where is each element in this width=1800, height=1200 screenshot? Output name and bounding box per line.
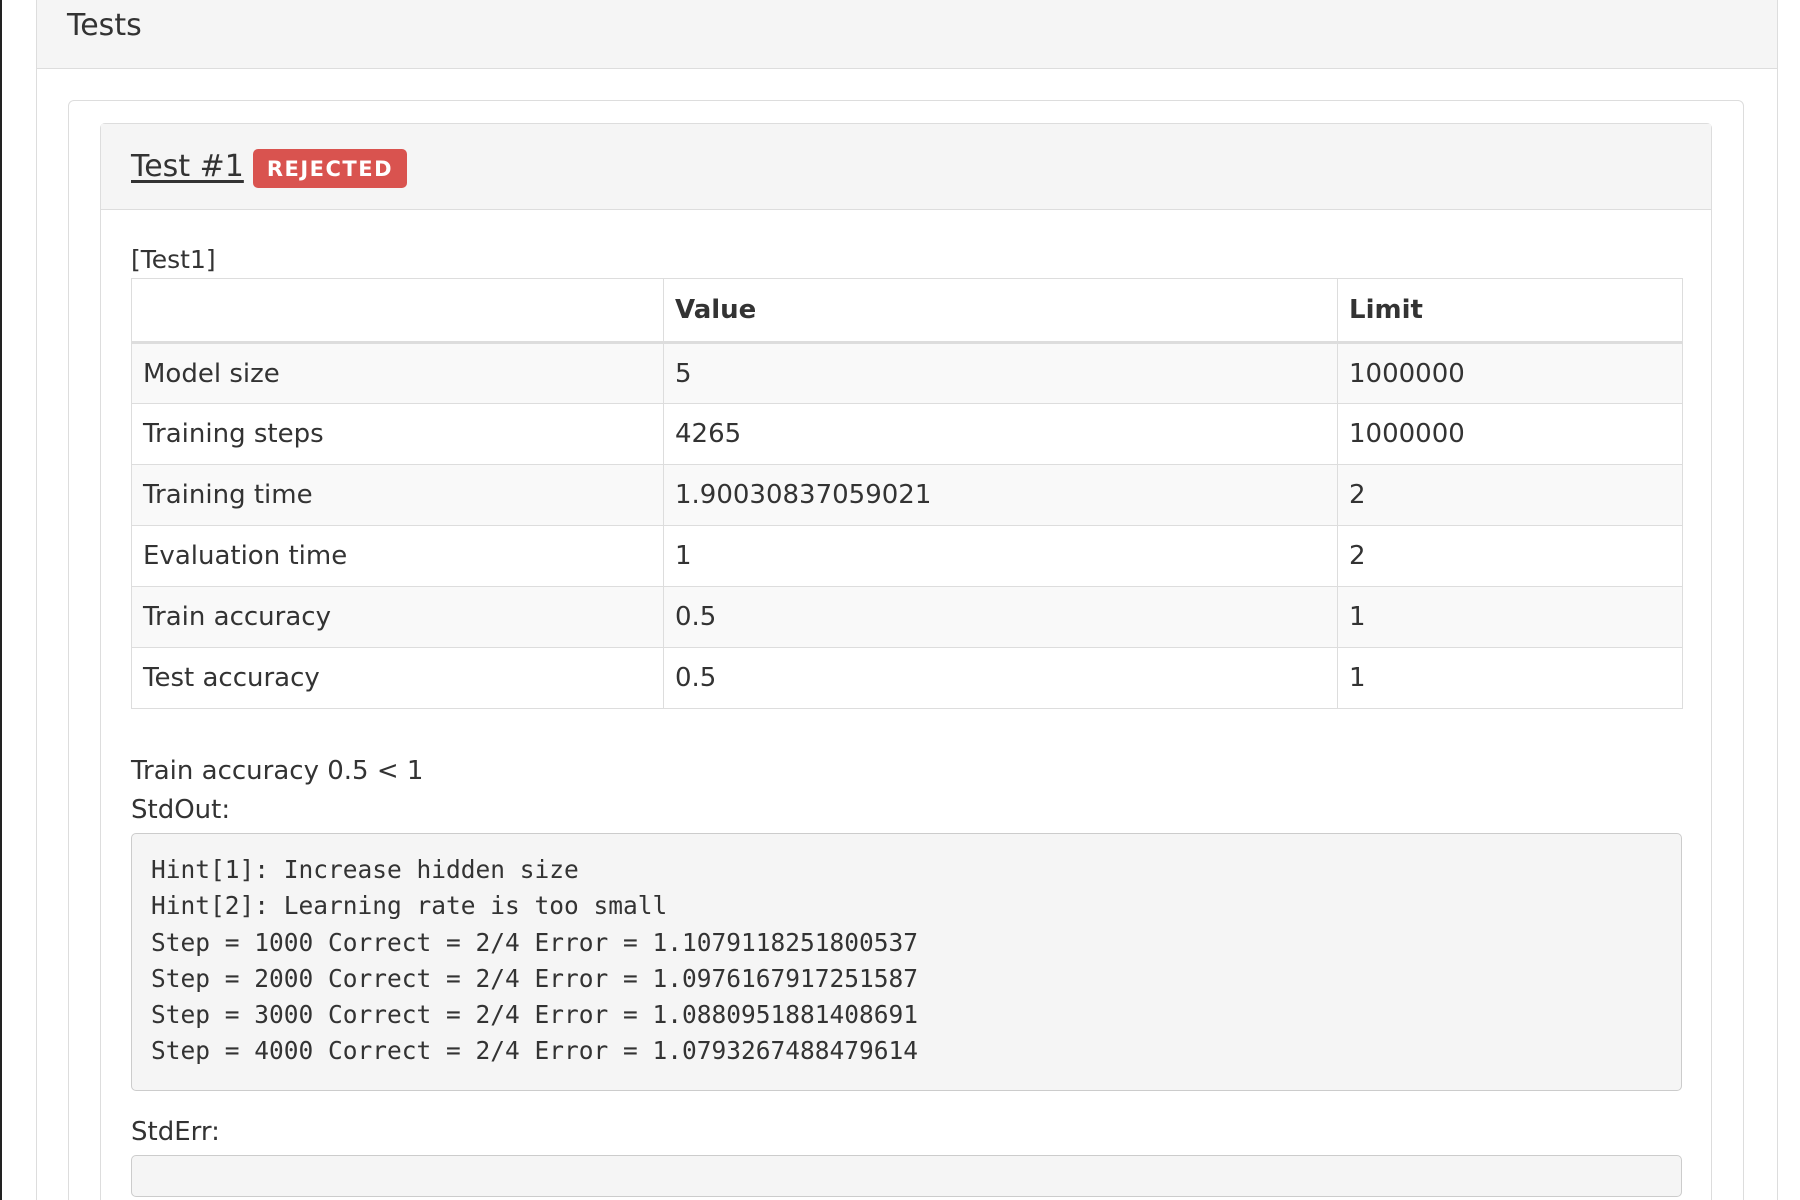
metric-name: Train accuracy: [131, 586, 664, 648]
tests-panel: Tests Test #1 REJECTED [Test1] Value Lim…: [36, 0, 1778, 1200]
column-header-value: Value: [663, 278, 1338, 344]
metric-limit: 2: [1337, 464, 1683, 526]
tests-panel-title: Tests: [67, 7, 142, 43]
column-header-limit: Limit: [1337, 278, 1683, 344]
stdout-line: Hint[1]: Increase hidden size: [151, 855, 579, 884]
stdout-label: StdOut:: [131, 795, 231, 825]
stderr-label: StdErr:: [131, 1117, 220, 1147]
test-title-link[interactable]: Test #1: [131, 149, 244, 184]
window-edge: [0, 0, 2, 1200]
stdout-line: Step = 2000 Correct = 2/4 Error = 1.0976…: [151, 963, 919, 993]
page: Tests Test #1 REJECTED [Test1] Value Lim…: [0, 0, 1800, 1200]
test-card: Test #1 REJECTED [Test1] Value Limit Mod…: [100, 123, 1712, 1200]
stdout-line: Step = 3000 Correct = 2/4 Error = 1.0880…: [151, 1000, 919, 1030]
metric-limit: 1: [1337, 586, 1683, 648]
metrics-table: Value Limit Model size 5 1000000 Trainin…: [131, 278, 1683, 709]
test-name: [Test1]: [131, 245, 216, 274]
table-row: Training time 1.90030837059021 2: [131, 464, 1683, 526]
metric-limit: 1000000: [1337, 403, 1683, 465]
table-row: Evaluation time 1 2: [131, 525, 1683, 587]
stderr-output[interactable]: [131, 1155, 1682, 1197]
metric-name: Evaluation time: [131, 525, 664, 587]
metric-value: 4265: [663, 403, 1338, 465]
metric-limit: 1: [1337, 647, 1683, 709]
metric-value: 5: [663, 342, 1338, 404]
stdout-line: Step = 4000 Correct = 2/4 Error = 1.0793…: [151, 1036, 919, 1066]
metric-name: Test accuracy: [131, 647, 664, 709]
rejection-reason: Train accuracy 0.5 < 1: [131, 756, 424, 786]
metric-value: 1: [663, 525, 1338, 587]
table-row: Training steps 4265 1000000: [131, 403, 1683, 465]
table-row: Model size 5 1000000: [131, 342, 1683, 404]
test-card-body: [Test1] Value Limit Model size 5 1000000…: [101, 242, 1711, 1197]
stdout-line: Hint[2]: Learning rate is too small: [151, 891, 668, 921]
metric-limit: 2: [1337, 525, 1683, 587]
table-header-row: Value Limit: [131, 278, 1683, 344]
test-card-header: Test #1 REJECTED: [101, 124, 1711, 210]
metric-value: 1.90030837059021: [663, 464, 1338, 526]
metric-value: 0.5: [663, 647, 1338, 709]
stdout-output[interactable]: Hint[1]: Increase hidden size Hint[2]: L…: [131, 833, 1682, 1091]
status-badge: REJECTED: [252, 149, 408, 188]
table-row: Train accuracy 0.5 1: [131, 586, 1683, 648]
tests-panel-body: Test #1 REJECTED [Test1] Value Limit Mod…: [68, 100, 1744, 1200]
metric-limit: 1000000: [1337, 342, 1683, 404]
column-header-metric: [131, 278, 664, 344]
metric-name: Training time: [131, 464, 664, 526]
metric-name: Training steps: [131, 403, 664, 465]
tests-panel-header: Tests: [37, 0, 1777, 69]
metric-name: Model size: [131, 342, 664, 404]
stdout-line: Step = 1000 Correct = 2/4 Error = 1.1079…: [151, 927, 919, 957]
metric-value: 0.5: [663, 586, 1338, 648]
table-row: Test accuracy 0.5 1: [131, 647, 1683, 709]
